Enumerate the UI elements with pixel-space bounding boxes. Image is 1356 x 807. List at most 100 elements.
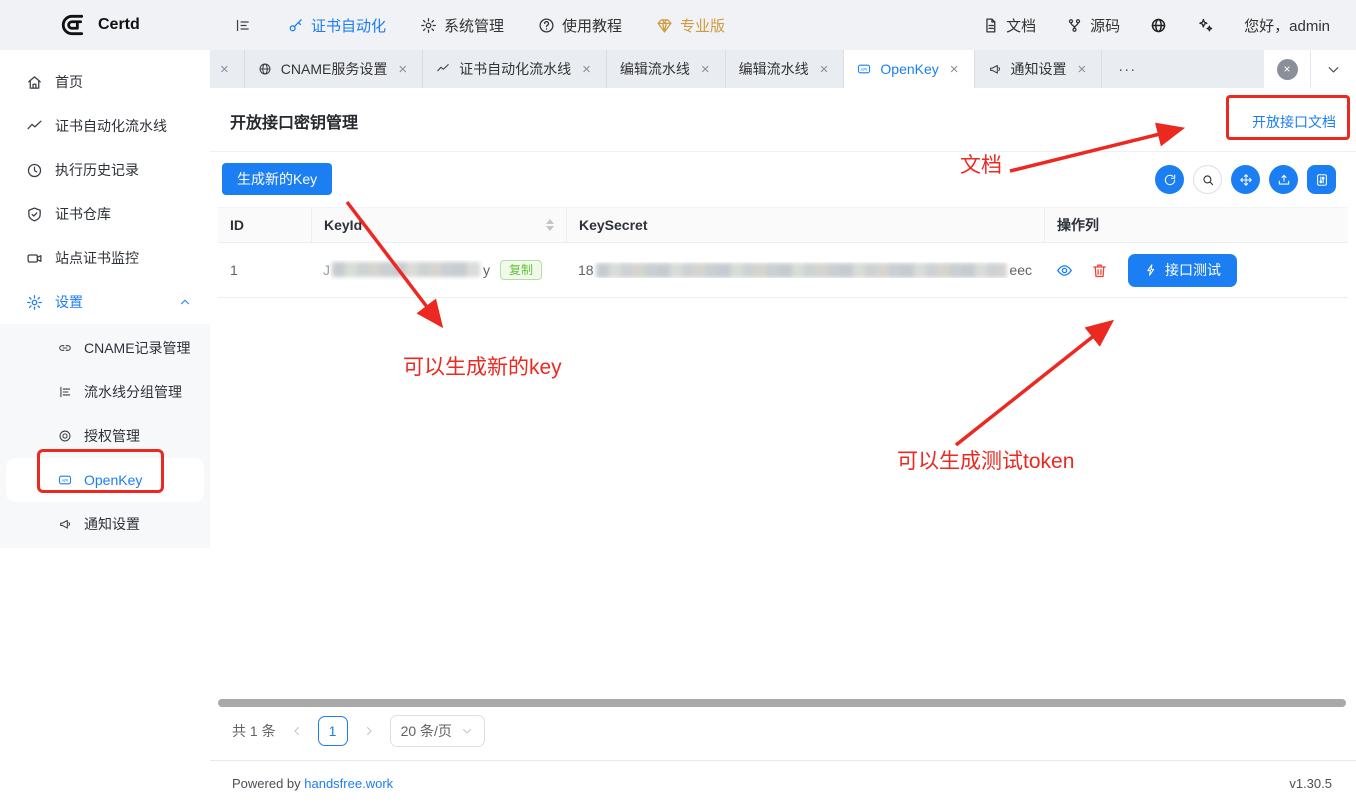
generate-key-button[interactable]: 生成新的Key	[222, 163, 332, 195]
page-header: 开放接口密钥管理 开放接口文档	[210, 88, 1356, 152]
chevron-down-icon	[1325, 61, 1342, 78]
horizontal-scrollbar[interactable]	[218, 699, 1346, 707]
gem-badge-icon	[656, 17, 673, 34]
key-icon	[287, 17, 304, 34]
sidebar-item-label: 执行历史记录	[55, 160, 139, 180]
brand[interactable]: Certd	[0, 12, 210, 38]
pagination: 共 1 条 1 20 条/页	[232, 715, 485, 747]
page-size-value: 20 条/页	[401, 721, 452, 741]
close-icon[interactable]: ×	[948, 60, 961, 79]
tab-edit-pipeline-2[interactable]: 编辑流水线 ×	[726, 50, 845, 88]
nav-label: 专业版	[680, 15, 725, 36]
nav-system-manage[interactable]: 系统管理	[420, 15, 504, 36]
col-header-keyid[interactable]: KeyId	[311, 208, 566, 242]
page-footer: Powered by handsfree.work v1.30.5	[210, 760, 1356, 807]
api-test-label: 接口测试	[1165, 260, 1221, 280]
handsfree-link[interactable]: handsfree.work	[304, 776, 393, 791]
line-chart-icon	[436, 62, 450, 76]
compact-mode-button[interactable]	[1231, 165, 1260, 194]
tab-notification-settings[interactable]: 通知设置 ×	[975, 50, 1103, 88]
docs-link[interactable]: 文档	[982, 15, 1036, 36]
col-header-operations: 操作列	[1044, 208, 1348, 242]
close-icon[interactable]: ×	[218, 60, 231, 79]
tab-list-dropdown[interactable]	[1310, 50, 1356, 88]
sidebar-item-site-monitor[interactable]: 站点证书监控	[0, 236, 210, 280]
close-icon[interactable]: ×	[699, 60, 712, 79]
openkey-table: ID KeyId KeySecret 操作列 1 Jy 复制 18eec	[218, 207, 1348, 298]
powered-by: Powered by handsfree.work	[232, 776, 393, 791]
version-label: v1.30.5	[1289, 776, 1332, 791]
view-button[interactable]	[1056, 262, 1073, 279]
close-icon[interactable]: ×	[396, 60, 409, 79]
eye-icon	[1056, 262, 1073, 279]
language-globe-icon[interactable]	[1150, 17, 1167, 34]
chevron-right-icon	[362, 724, 376, 738]
megaphone-icon	[58, 517, 72, 531]
sidebar-item-settings[interactable]: 设置	[0, 280, 210, 324]
nav-tutorial[interactable]: 使用教程	[538, 15, 622, 36]
refresh-button[interactable]	[1155, 165, 1184, 194]
top-header: Certd 证书自动化 系统管理 使用教程 专业版	[0, 0, 1356, 50]
sidebar-item-openkey[interactable]: API OpenKey	[6, 458, 204, 502]
nav-pro-edition[interactable]: 专业版	[656, 15, 725, 36]
page-title: 开放接口密钥管理	[230, 109, 358, 133]
next-page-button[interactable]	[362, 724, 376, 738]
search-button[interactable]	[1193, 165, 1222, 194]
sidebar-item-cname-records[interactable]: CNAME记录管理	[0, 326, 210, 370]
page-size-select[interactable]: 20 条/页	[390, 715, 485, 747]
tab-more-ellipsis[interactable]: ···	[1102, 50, 1152, 88]
sidebar-item-history[interactable]: 执行历史记录	[0, 148, 210, 192]
prev-page-button[interactable]	[290, 724, 304, 738]
user-greeting[interactable]: 您好，admin	[1244, 15, 1330, 36]
tab-openkey[interactable]: API OpenKey ×	[844, 50, 974, 88]
certd-logo-icon	[60, 12, 86, 38]
column-settings-button[interactable]	[1307, 165, 1336, 194]
tab-stream-settings[interactable]: 流设置 ×	[210, 50, 245, 88]
api-icon: API	[857, 62, 871, 76]
sidebar-item-pipeline-groups[interactable]: 流水线分组管理	[0, 370, 210, 414]
tab-cname-service[interactable]: CNAME服务设置 ×	[245, 50, 423, 88]
close-icon[interactable]: ×	[580, 60, 593, 79]
svg-text:API: API	[62, 478, 69, 483]
git-branch-icon	[1066, 17, 1083, 34]
line-chart-icon	[26, 118, 43, 135]
copy-tag[interactable]: 复制	[500, 260, 542, 280]
nav-cert-automation[interactable]: 证书自动化	[287, 15, 386, 36]
docs-link-label: 文档	[1006, 15, 1036, 36]
sidebar-item-cert-repo[interactable]: 证书仓库	[0, 192, 210, 236]
sidebar-item-notification[interactable]: 通知设置	[0, 502, 210, 546]
close-all-tabs-button[interactable]: ×	[1264, 50, 1310, 88]
tab-edit-pipeline-1[interactable]: 编辑流水线 ×	[607, 50, 726, 88]
tab-label: 编辑流水线	[739, 59, 809, 79]
theme-sparkles-icon[interactable]	[1197, 17, 1214, 34]
api-test-button[interactable]: 接口测试	[1128, 254, 1237, 287]
close-icon[interactable]: ×	[1076, 60, 1089, 79]
tab-label: 通知设置	[1011, 59, 1067, 79]
col-header-id: ID	[218, 217, 311, 233]
sidebar-item-label: 证书自动化流水线	[55, 116, 167, 136]
svg-text:API: API	[861, 67, 868, 72]
page-number-1[interactable]: 1	[318, 716, 348, 746]
megaphone-icon	[988, 62, 1002, 76]
gear-icon	[420, 17, 437, 34]
sidebar-item-auth-manage[interactable]: 授权管理	[0, 414, 210, 458]
export-button[interactable]	[1269, 165, 1298, 194]
cell-operations: 接口测试	[1044, 254, 1348, 287]
close-icon[interactable]: ×	[818, 60, 831, 79]
secret-suffix: eec	[1009, 262, 1032, 278]
source-code-link[interactable]: 源码	[1066, 15, 1120, 36]
sidebar-item-label: 证书仓库	[55, 204, 111, 224]
nav-label: 证书自动化	[311, 15, 386, 36]
gear-icon	[26, 294, 43, 311]
sidebar-item-label: OpenKey	[84, 472, 142, 488]
sort-icon[interactable]	[546, 219, 554, 231]
sidebar-item-label: 流水线分组管理	[84, 382, 182, 402]
settings-submenu: CNAME记录管理 流水线分组管理 授权管理 API OpenKey 通知设置	[0, 324, 210, 548]
sidebar-item-pipelines[interactable]: 证书自动化流水线	[0, 104, 210, 148]
collapse-menu-icon[interactable]	[234, 17, 251, 34]
sidebar-item-home[interactable]: 首页	[0, 60, 210, 104]
open-api-doc-link[interactable]: 开放接口文档	[1252, 112, 1336, 132]
tab-cert-pipelines[interactable]: 证书自动化流水线 ×	[423, 50, 607, 88]
delete-button[interactable]	[1091, 262, 1108, 279]
secret-masked-value	[596, 263, 1008, 278]
